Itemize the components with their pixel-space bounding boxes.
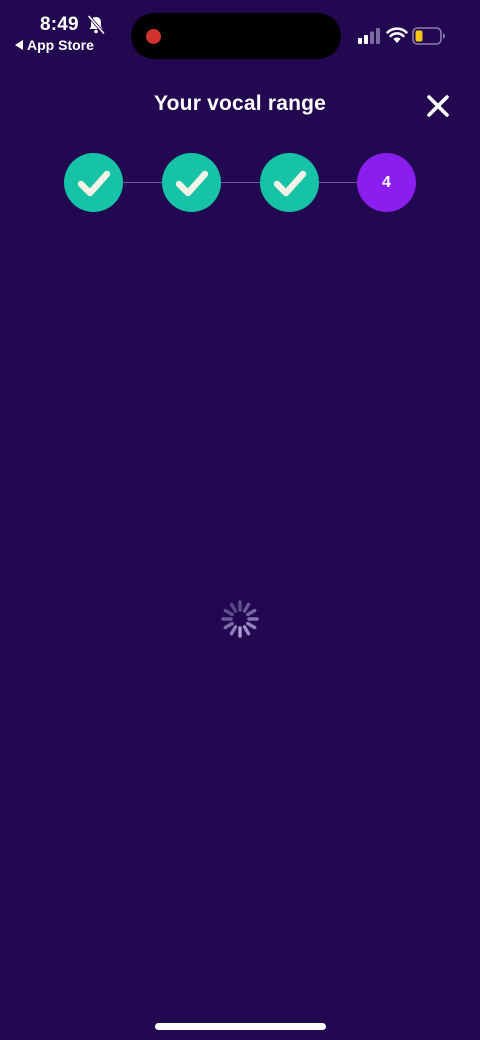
checkmark-icon — [175, 170, 208, 196]
step-1-completed — [64, 153, 123, 212]
step-number: 4 — [382, 173, 391, 191]
step-2-completed — [162, 153, 221, 212]
close-button[interactable] — [422, 90, 454, 122]
checkmark-icon — [273, 170, 306, 196]
close-icon — [427, 95, 449, 117]
page-title: Your vocal range — [153, 92, 327, 115]
home-indicator[interactable] — [155, 1023, 326, 1030]
step-4-current: 4 — [357, 153, 416, 212]
dynamic-island — [131, 13, 341, 59]
cellular-signal-icon — [358, 28, 380, 44]
back-arrow-icon — [15, 40, 23, 50]
step-3-completed — [260, 153, 319, 212]
screen-recording-indicator — [146, 29, 161, 44]
spinner-icon — [221, 600, 259, 638]
checkmark-icon — [77, 170, 110, 196]
back-to-app-store-link[interactable]: App Store — [15, 37, 94, 53]
stepper-connector-line — [94, 182, 386, 183]
bell-slash-icon — [87, 15, 105, 35]
wifi-icon — [386, 27, 408, 43]
status-time: 8:49 — [40, 14, 79, 35]
battery-icon — [412, 27, 445, 45]
back-link-label: App Store — [27, 37, 94, 53]
